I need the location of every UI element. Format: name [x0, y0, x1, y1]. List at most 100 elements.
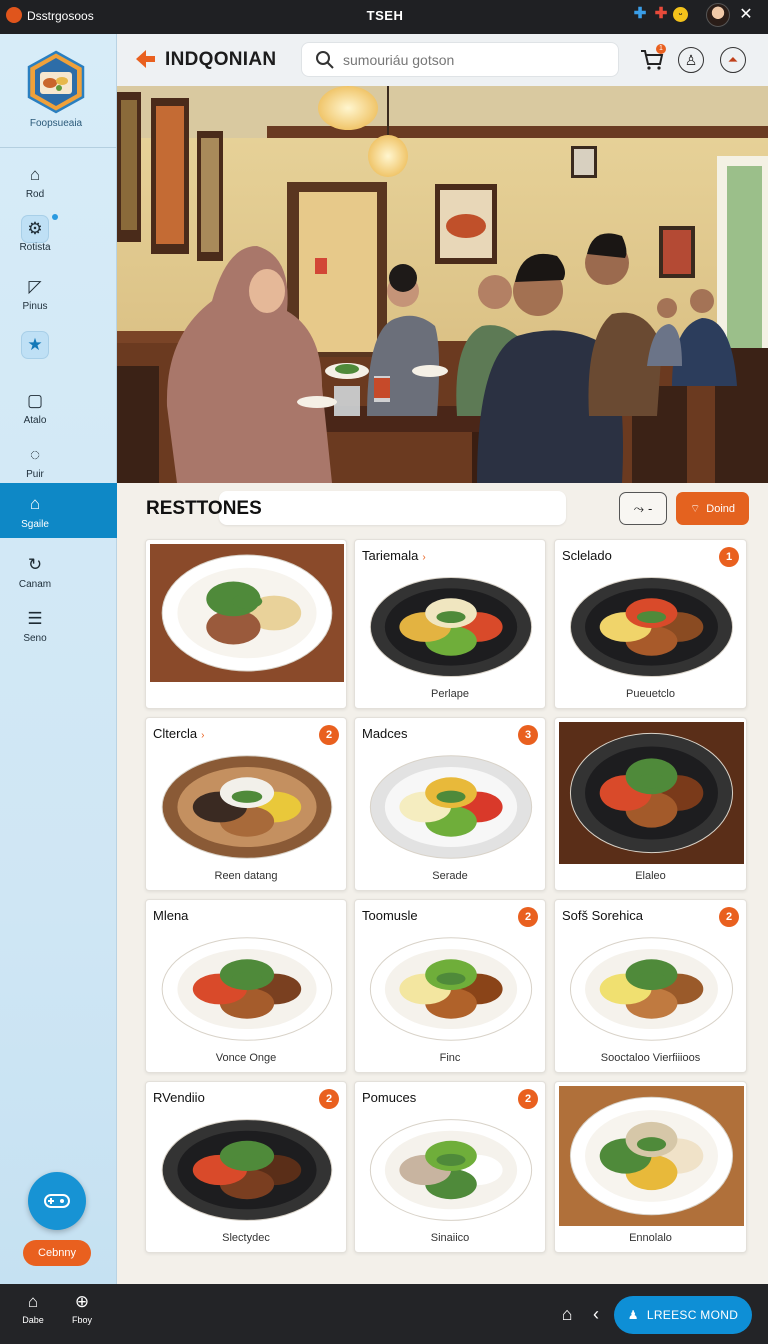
bookmark-icon: ◸	[28, 277, 42, 296]
back-arrow-icon[interactable]	[133, 47, 157, 71]
sidebar-item-label: Sgaile	[21, 519, 49, 530]
card-title: Pomuces	[362, 1090, 417, 1105]
food-card[interactable]	[145, 539, 347, 709]
card-title: Madces	[362, 726, 408, 741]
food-card[interactable]: Sofš Sorehica 2 Sooctaloo Vierfiiioos	[554, 899, 747, 1073]
sidebar-item-label: Rod	[25, 189, 45, 200]
logo-caption: Foopsueaia	[29, 118, 83, 129]
card-badge: 2	[319, 1089, 339, 1109]
bottom-nav-label: Dabe	[22, 1315, 44, 1325]
smiley-icon[interactable]: ᵕ	[673, 7, 688, 22]
sidebar-item-atalo[interactable]: ▢ Atalo	[0, 384, 117, 436]
food-card[interactable]: Madces 3 Serade	[354, 717, 546, 891]
menu-icon: ☰	[27, 609, 43, 628]
food-card[interactable]: Sclelado 1 Pueuetclo	[554, 539, 747, 709]
account-button[interactable]: ⏶	[720, 47, 746, 73]
card-caption: Sooctaloo Vierfiiioos	[600, 1052, 701, 1064]
sidebar-item-pinus[interactable]: ◸ Pinus	[0, 270, 117, 322]
food-image	[559, 1086, 744, 1226]
sidebar-item-seno[interactable]: ☰ Seno	[0, 602, 117, 654]
logo-icon[interactable]	[24, 50, 88, 114]
gear-icon: ⚙	[22, 216, 48, 242]
food-card[interactable]: Elaleo	[554, 717, 747, 891]
food-image	[569, 937, 734, 1041]
person-icon: ♟	[627, 1308, 639, 1322]
filter-button[interactable]: ⤳ -	[619, 492, 667, 525]
title-bar: Dsstrgosoos TSEH ✚ ✚ ᵕ ✕	[0, 0, 768, 34]
profile-button[interactable]: ♙	[678, 47, 704, 73]
brand-title: INDQONIAN	[165, 49, 277, 70]
food-image	[369, 937, 533, 1041]
section-search-field[interactable]	[219, 491, 566, 525]
card-caption: Ennolalo	[629, 1232, 672, 1244]
star-card-icon: ★	[22, 332, 48, 358]
card-badge: 2	[719, 907, 739, 927]
food-image	[369, 576, 533, 678]
cart-button[interactable]: 1	[637, 44, 667, 75]
detail-button[interactable]: ⌔ Doind	[676, 492, 749, 525]
food-card[interactable]: Mlena Vonce Onge	[145, 899, 347, 1073]
sidebar-item-sgaile[interactable]: ⌂ Sgaile	[0, 483, 117, 538]
food-image	[369, 755, 533, 859]
food-image	[161, 755, 333, 859]
sidebar-item-label: Atalo	[23, 415, 47, 426]
add-icon[interactable]: ✚	[653, 6, 669, 22]
pin-icon: ⌔	[689, 502, 701, 515]
card-title: Mlena	[153, 908, 189, 923]
window-title: TSEH	[366, 8, 404, 23]
card-title: Sclelado	[562, 548, 612, 563]
close-icon[interactable]: ✕	[736, 5, 756, 25]
plus-icon[interactable]: ✚	[632, 6, 648, 22]
food-card[interactable]: Toomusle 2 Finc	[354, 899, 546, 1073]
sidebar-item-label: Seno	[23, 633, 47, 644]
search-input[interactable]	[343, 49, 603, 71]
sidebar-item-starred[interactable]: ★	[0, 328, 117, 380]
square-icon: ▢	[26, 391, 44, 410]
sidebar-item-canam[interactable]: ↻ Canam	[0, 548, 117, 600]
card-caption: Elaleo	[635, 870, 666, 882]
game-controller-button[interactable]	[28, 1172, 86, 1230]
home-outline-icon[interactable]: ⌂	[556, 1303, 578, 1325]
card-title: Sofš Sorehica	[562, 908, 643, 923]
filter-label: -	[648, 501, 653, 516]
chevron-right-icon: ›	[422, 552, 426, 563]
restaurant-hero-image	[117, 86, 768, 483]
cta-label: LREESC MOND	[646, 1308, 739, 1322]
house-icon: ⌂	[29, 494, 41, 513]
card-caption: Pueuetclo	[626, 688, 675, 700]
food-card[interactable]: Pomuces 2 Sinaiico	[354, 1081, 546, 1253]
sidebar-item-label: Canam	[18, 579, 52, 590]
sidebar-pill-button[interactable]: Cebnny	[23, 1240, 91, 1266]
person-icon: ⏶	[727, 52, 739, 67]
food-image	[161, 1119, 333, 1221]
card-title: Tariemala ›	[362, 548, 426, 563]
search-bar[interactable]	[301, 42, 619, 77]
food-image	[569, 576, 734, 678]
food-card[interactable]: Ennolalo	[554, 1081, 747, 1253]
sidebar-item-rod[interactable]: ⌂ Rod	[0, 158, 117, 210]
app-icon	[6, 7, 22, 23]
card-title: Toomusle	[362, 908, 418, 923]
sidebar-item-label: Rotista	[19, 242, 51, 253]
card-badge: 2	[518, 1089, 538, 1109]
sidebar-item-rotista[interactable]: ⚙ Rotista	[0, 212, 117, 264]
section-title: RESTTONES	[146, 498, 262, 519]
card-caption: Finc	[439, 1052, 461, 1064]
bottom-nav-fboy[interactable]: ⊕ Fboy	[62, 1292, 102, 1325]
card-title: RVendiio	[153, 1090, 205, 1105]
restaurant-photo	[117, 86, 768, 483]
food-image	[559, 722, 744, 864]
bottom-bar: ⌂ Dabe ⊕ Fboy ⌂ ‹ ♟ LREESC MOND	[0, 1284, 768, 1344]
user-avatar[interactable]	[706, 3, 730, 27]
food-image	[369, 1119, 533, 1221]
bottom-nav-dabe[interactable]: ⌂ Dabe	[13, 1292, 53, 1325]
primary-cta-button[interactable]: ♟ LREESC MOND	[614, 1296, 752, 1334]
food-card[interactable]: RVendiio 2 Slectydec	[145, 1081, 347, 1253]
card-badge: 2	[319, 725, 339, 745]
chat-icon: ◌	[29, 445, 41, 464]
card-caption: Slectydec	[222, 1232, 270, 1244]
food-card[interactable]: Tariemala › Perlape	[354, 539, 546, 709]
controller-icon	[44, 1194, 70, 1208]
food-card[interactable]: Cltercla › 2 Reen datang	[145, 717, 347, 891]
chevron-left-icon[interactable]: ‹	[585, 1303, 607, 1325]
